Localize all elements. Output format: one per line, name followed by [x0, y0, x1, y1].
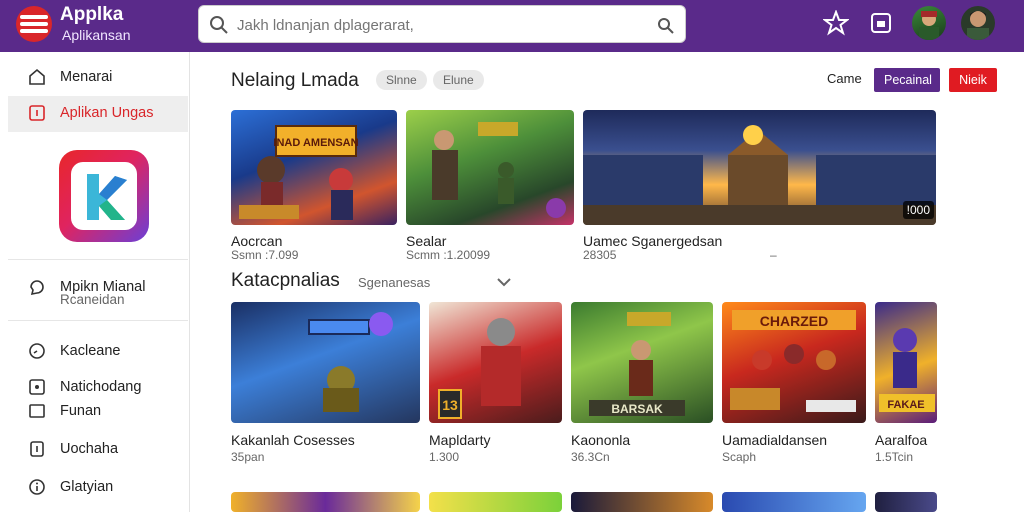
category-card-image[interactable]: CHARZED: [722, 302, 866, 423]
svg-text:INAD AMENSAN: INAD AMENSAN: [273, 137, 358, 149]
sidebar-item-label: Kacleane: [60, 343, 121, 359]
card-title: Mapldarty: [429, 432, 491, 448]
search-bar[interactable]: [198, 5, 686, 43]
secondary-button[interactable]: Nieik: [949, 68, 997, 92]
card-title: Uamadialdansen: [722, 432, 828, 448]
header-link[interactable]: Came: [827, 71, 862, 86]
sidebar-item-info[interactable]: Glatyian: [8, 470, 188, 506]
sidebar-item-label: Funan: [60, 403, 102, 419]
sidebar: Menarai Aplikan Ungas Mpikn Mianal Rcane…: [8, 52, 190, 512]
castle-artwork-icon: [583, 125, 936, 225]
primary-button[interactable]: Pecainal: [874, 68, 940, 92]
brand-logo-icon[interactable]: [16, 6, 52, 42]
user-avatar-icon[interactable]: [961, 6, 995, 40]
category-filter-label[interactable]: Sgenanesas: [358, 275, 430, 290]
card-meta: 36.3Cn: [571, 450, 610, 464]
monster-artwork-icon: [308, 312, 393, 412]
search-icon: [210, 16, 228, 34]
info-icon: [29, 479, 45, 495]
category-card-image[interactable]: [875, 492, 937, 512]
category-card-image[interactable]: [429, 492, 562, 512]
card-title: Uamec Sganergedsan: [583, 233, 723, 249]
home-icon: [29, 68, 45, 85]
svg-text:13: 13: [442, 397, 458, 413]
card-title: Aaralfoa: [875, 432, 928, 448]
featured-card-image[interactable]: !000: [583, 110, 936, 225]
card-meta: 1.300: [429, 450, 460, 464]
card-meta: 28305: [583, 248, 617, 262]
sidebar-item-home[interactable]: Menarai: [8, 60, 188, 96]
hero-artwork-icon: INAD AMENSAN: [239, 125, 359, 220]
featured-card-image[interactable]: INAD AMENSAN: [231, 110, 397, 225]
chat-icon: [30, 280, 44, 296]
card-meta-extra: –: [770, 248, 777, 262]
brand-subtitle: Aplikansan: [62, 27, 131, 43]
category-card-image[interactable]: [231, 492, 420, 512]
sidebar-item-apps[interactable]: Aplikan Ungas: [8, 96, 188, 132]
armored-hero-artwork-icon: 13: [438, 318, 521, 419]
app-window-icon[interactable]: [868, 10, 894, 36]
sidebar-item-label: Natichodang: [60, 379, 142, 395]
book-icon: [30, 441, 44, 457]
card-meta: 1.5Tcin: [875, 450, 914, 464]
sidebar-item-sublabel: Rcaneidan: [60, 292, 125, 307]
soldier-artwork-icon: [432, 122, 566, 218]
card-meta: 35pan: [231, 450, 265, 464]
category-card-image[interactable]: [231, 302, 420, 423]
category-card-image[interactable]: 13: [429, 302, 562, 423]
app-box-icon: [29, 105, 45, 121]
featured-app-icon[interactable]: [59, 150, 149, 242]
sidebar-item-label: Aplikan Ungas: [60, 105, 154, 121]
svg-text:FAKAE: FAKAE: [887, 399, 924, 411]
svg-text:BARSAK: BARSAK: [611, 402, 663, 416]
team-artwork-icon: CHARZED: [730, 310, 856, 412]
category-card-image[interactable]: FAKAE: [875, 302, 937, 423]
card-title: Kaononla: [571, 432, 631, 448]
clock-icon: [29, 343, 45, 359]
card-meta: Ssmn :7.099: [231, 248, 299, 262]
warrior-artwork-icon: BARSAK: [589, 312, 685, 416]
category-card-image[interactable]: [571, 492, 713, 512]
categories-section-title: Katacpnalias: [231, 270, 340, 291]
sidebar-item-label: Uochaha: [60, 441, 119, 457]
filter-chip[interactable]: Elune: [433, 70, 484, 90]
svg-text:CHARZED: CHARZED: [760, 313, 828, 329]
sidebar-item-library[interactable]: Uochaha: [8, 432, 188, 468]
voice-search-icon[interactable]: [655, 15, 675, 35]
card-meta: Scmm :1.20099: [406, 248, 491, 262]
card-title: Aocrcan: [231, 233, 283, 249]
card-meta: Scaph: [722, 450, 757, 464]
sidebar-item-recent[interactable]: Kacleane: [8, 334, 188, 370]
search-input[interactable]: [237, 12, 637, 38]
category-card-image[interactable]: [722, 492, 866, 512]
card-badge: !000: [902, 201, 934, 219]
star-icon[interactable]: [823, 10, 849, 36]
brand-title: Applka: [60, 4, 124, 25]
filter-chip[interactable]: Slnne: [376, 70, 427, 90]
square-icon: [29, 404, 45, 418]
sidebar-item-funan[interactable]: Funan: [8, 394, 188, 430]
top-bar: Applka Aplikansan: [0, 0, 1024, 52]
card-title: Kakanlah Cosesses: [231, 432, 355, 448]
chevron-down-icon[interactable]: [496, 277, 512, 287]
game-avatar-icon[interactable]: [912, 6, 946, 40]
featured-section-title: Nelaing Lmada: [231, 70, 359, 91]
sidebar-item-label: Menarai: [60, 69, 113, 85]
wizard-artwork-icon: FAKAE: [879, 328, 935, 412]
card-title: Sealar: [406, 233, 447, 249]
category-card-image[interactable]: BARSAK: [571, 302, 713, 423]
sidebar-item-label: Glatyian: [60, 479, 114, 495]
featured-card-image[interactable]: [406, 110, 574, 225]
